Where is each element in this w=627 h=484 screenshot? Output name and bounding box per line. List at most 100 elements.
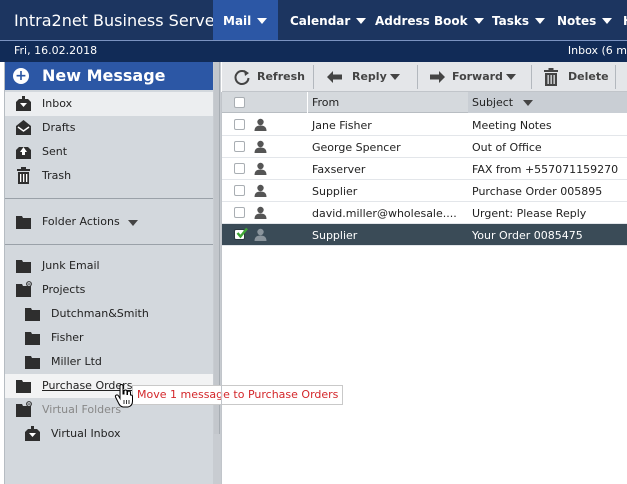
message-row[interactable]: Jane Fisher Meeting Notes [222, 114, 627, 136]
message-row[interactable]: George Spencer Out of Office [222, 136, 627, 158]
message-sender: Jane Fisher [312, 119, 372, 132]
chevron-down-icon [390, 74, 400, 80]
message-subject: Urgent: Please Reply [472, 207, 587, 220]
sent-icon [16, 147, 31, 159]
chevron-down-icon [535, 18, 546, 24]
message-sender: George Spencer [312, 141, 401, 154]
inbox-icon [16, 96, 31, 111]
row-checkbox[interactable] [234, 141, 245, 152]
plus-icon: + [13, 68, 29, 84]
product-logo: Intra2net Business Server [14, 11, 222, 30]
drag-tooltip: Move 1 message to Purchase Orders [132, 385, 344, 405]
folder-miller-ltd[interactable]: Miller Ltd [5, 350, 216, 374]
folder-inbox[interactable]: Inbox [5, 92, 216, 116]
new-message-label: New Message [42, 66, 166, 85]
trash-icon [17, 167, 30, 184]
column-divider [307, 92, 308, 113]
nav-tab-notes[interactable]: Notes [547, 0, 613, 40]
inbox-icon [25, 426, 40, 441]
message-sender: david.miller@wholesale.... [312, 207, 457, 220]
row-checkbox-checked[interactable] [234, 227, 248, 240]
message-sender: Supplier [312, 185, 358, 198]
top-navigation-bar: Intra2net Business Server Mail Calendar … [0, 0, 627, 40]
folder-icon [16, 380, 31, 393]
message-row[interactable]: david.miller@wholesale.... Urgent: Pleas… [222, 202, 627, 224]
nav-tab-label: Mail [223, 14, 252, 28]
folder-label: Projects [42, 283, 86, 296]
person-icon [254, 162, 267, 175]
chevron-down-icon [602, 18, 613, 24]
reply-label: Reply [352, 70, 387, 83]
forward-label: Forward [452, 70, 503, 83]
select-all-checkbox[interactable] [234, 97, 245, 108]
message-row-selected[interactable]: Supplier Your Order 0085475 [222, 224, 627, 246]
nav-tab-label: H [623, 14, 627, 28]
folder-label: Junk Email [42, 259, 100, 272]
nav-tab-label: Notes [557, 14, 597, 28]
folder-actions-menu[interactable]: Folder Actions [5, 210, 216, 234]
message-row[interactable]: Supplier Purchase Order 005895 [222, 180, 627, 202]
new-message-button[interactable]: + New Message [5, 62, 216, 90]
folder-virtual-inbox[interactable]: Virtual Inbox [5, 422, 216, 446]
message-sender: Faxserver [312, 163, 366, 176]
person-icon [254, 118, 267, 131]
reply-icon [327, 71, 342, 83]
delete-button[interactable]: Delete [532, 62, 614, 91]
status-bar: Fri, 16.02.2018 Inbox (6 m [0, 41, 627, 62]
message-subject: Purchase Order 005895 [472, 185, 603, 198]
person-icon [254, 206, 267, 219]
folder-label: Dutchman&Smith [51, 307, 149, 320]
folder-label: Fisher [51, 331, 84, 344]
sidebar-divider [5, 244, 216, 245]
folder-icon [25, 356, 40, 369]
refresh-button[interactable]: Refresh [222, 62, 312, 91]
folder-label: Trash [42, 169, 72, 182]
row-checkbox[interactable] [234, 119, 245, 130]
row-checkbox[interactable] [234, 207, 245, 218]
message-subject: Meeting Notes [472, 119, 552, 132]
subject-header-label: Subject [472, 96, 514, 109]
folder-sidebar: + New Message Inbox Drafts Sent Trash Fo… [4, 62, 216, 484]
row-checkbox[interactable] [234, 185, 245, 196]
sidebar-scrollbar[interactable] [213, 62, 221, 484]
nav-tab-address-book[interactable]: Address Book [365, 0, 484, 40]
nav-tab-mail[interactable]: Mail [213, 0, 278, 40]
folder-open-icon [16, 281, 32, 297]
reply-button[interactable]: Reply [314, 62, 410, 91]
folder-label: Drafts [42, 121, 76, 134]
folder-label: Inbox [42, 97, 73, 110]
scrollbar-thumb[interactable] [214, 62, 220, 434]
chevron-down-icon [506, 74, 516, 80]
forward-button[interactable]: Forward [418, 62, 530, 91]
folder-projects[interactable]: Projects [5, 278, 216, 302]
folder-dutchman-smith[interactable]: Dutchman&Smith [5, 302, 216, 326]
column-header-subject[interactable]: Subject [468, 92, 627, 113]
folder-label: Miller Ltd [51, 355, 102, 368]
folder-fisher[interactable]: Fisher [5, 326, 216, 350]
folder-junk-email[interactable]: Junk Email [5, 254, 216, 278]
refresh-label: Refresh [257, 70, 305, 83]
nav-tab-tasks[interactable]: Tasks [482, 0, 547, 40]
nav-tab-calendar[interactable]: Calendar [280, 0, 367, 40]
folder-icon [16, 216, 31, 229]
folder-trash[interactable]: Trash [5, 164, 216, 188]
forward-icon [430, 71, 445, 83]
folder-actions-label: Folder Actions [42, 215, 120, 228]
message-row[interactable]: Faxserver FAX from +557071159270 [222, 158, 627, 180]
folder-icon [16, 260, 31, 273]
message-subject: Out of Office [472, 141, 542, 154]
nav-tab-label: Calendar [290, 14, 351, 28]
folder-message-count: Inbox (6 m [567, 44, 627, 57]
folder-open-icon [16, 401, 32, 417]
column-header-from[interactable]: From [312, 92, 339, 113]
folder-label: Virtual Folders [42, 403, 122, 416]
row-checkbox[interactable] [234, 163, 245, 174]
nav-tab-help[interactable]: H [613, 0, 627, 40]
chevron-down-icon [257, 18, 268, 24]
folder-sent[interactable]: Sent [5, 140, 216, 164]
checkmark-icon [236, 227, 248, 239]
person-icon [254, 140, 267, 153]
folder-icon [25, 308, 40, 321]
folder-drafts[interactable]: Drafts [5, 116, 216, 140]
message-subject: FAX from +557071159270 [472, 163, 619, 176]
